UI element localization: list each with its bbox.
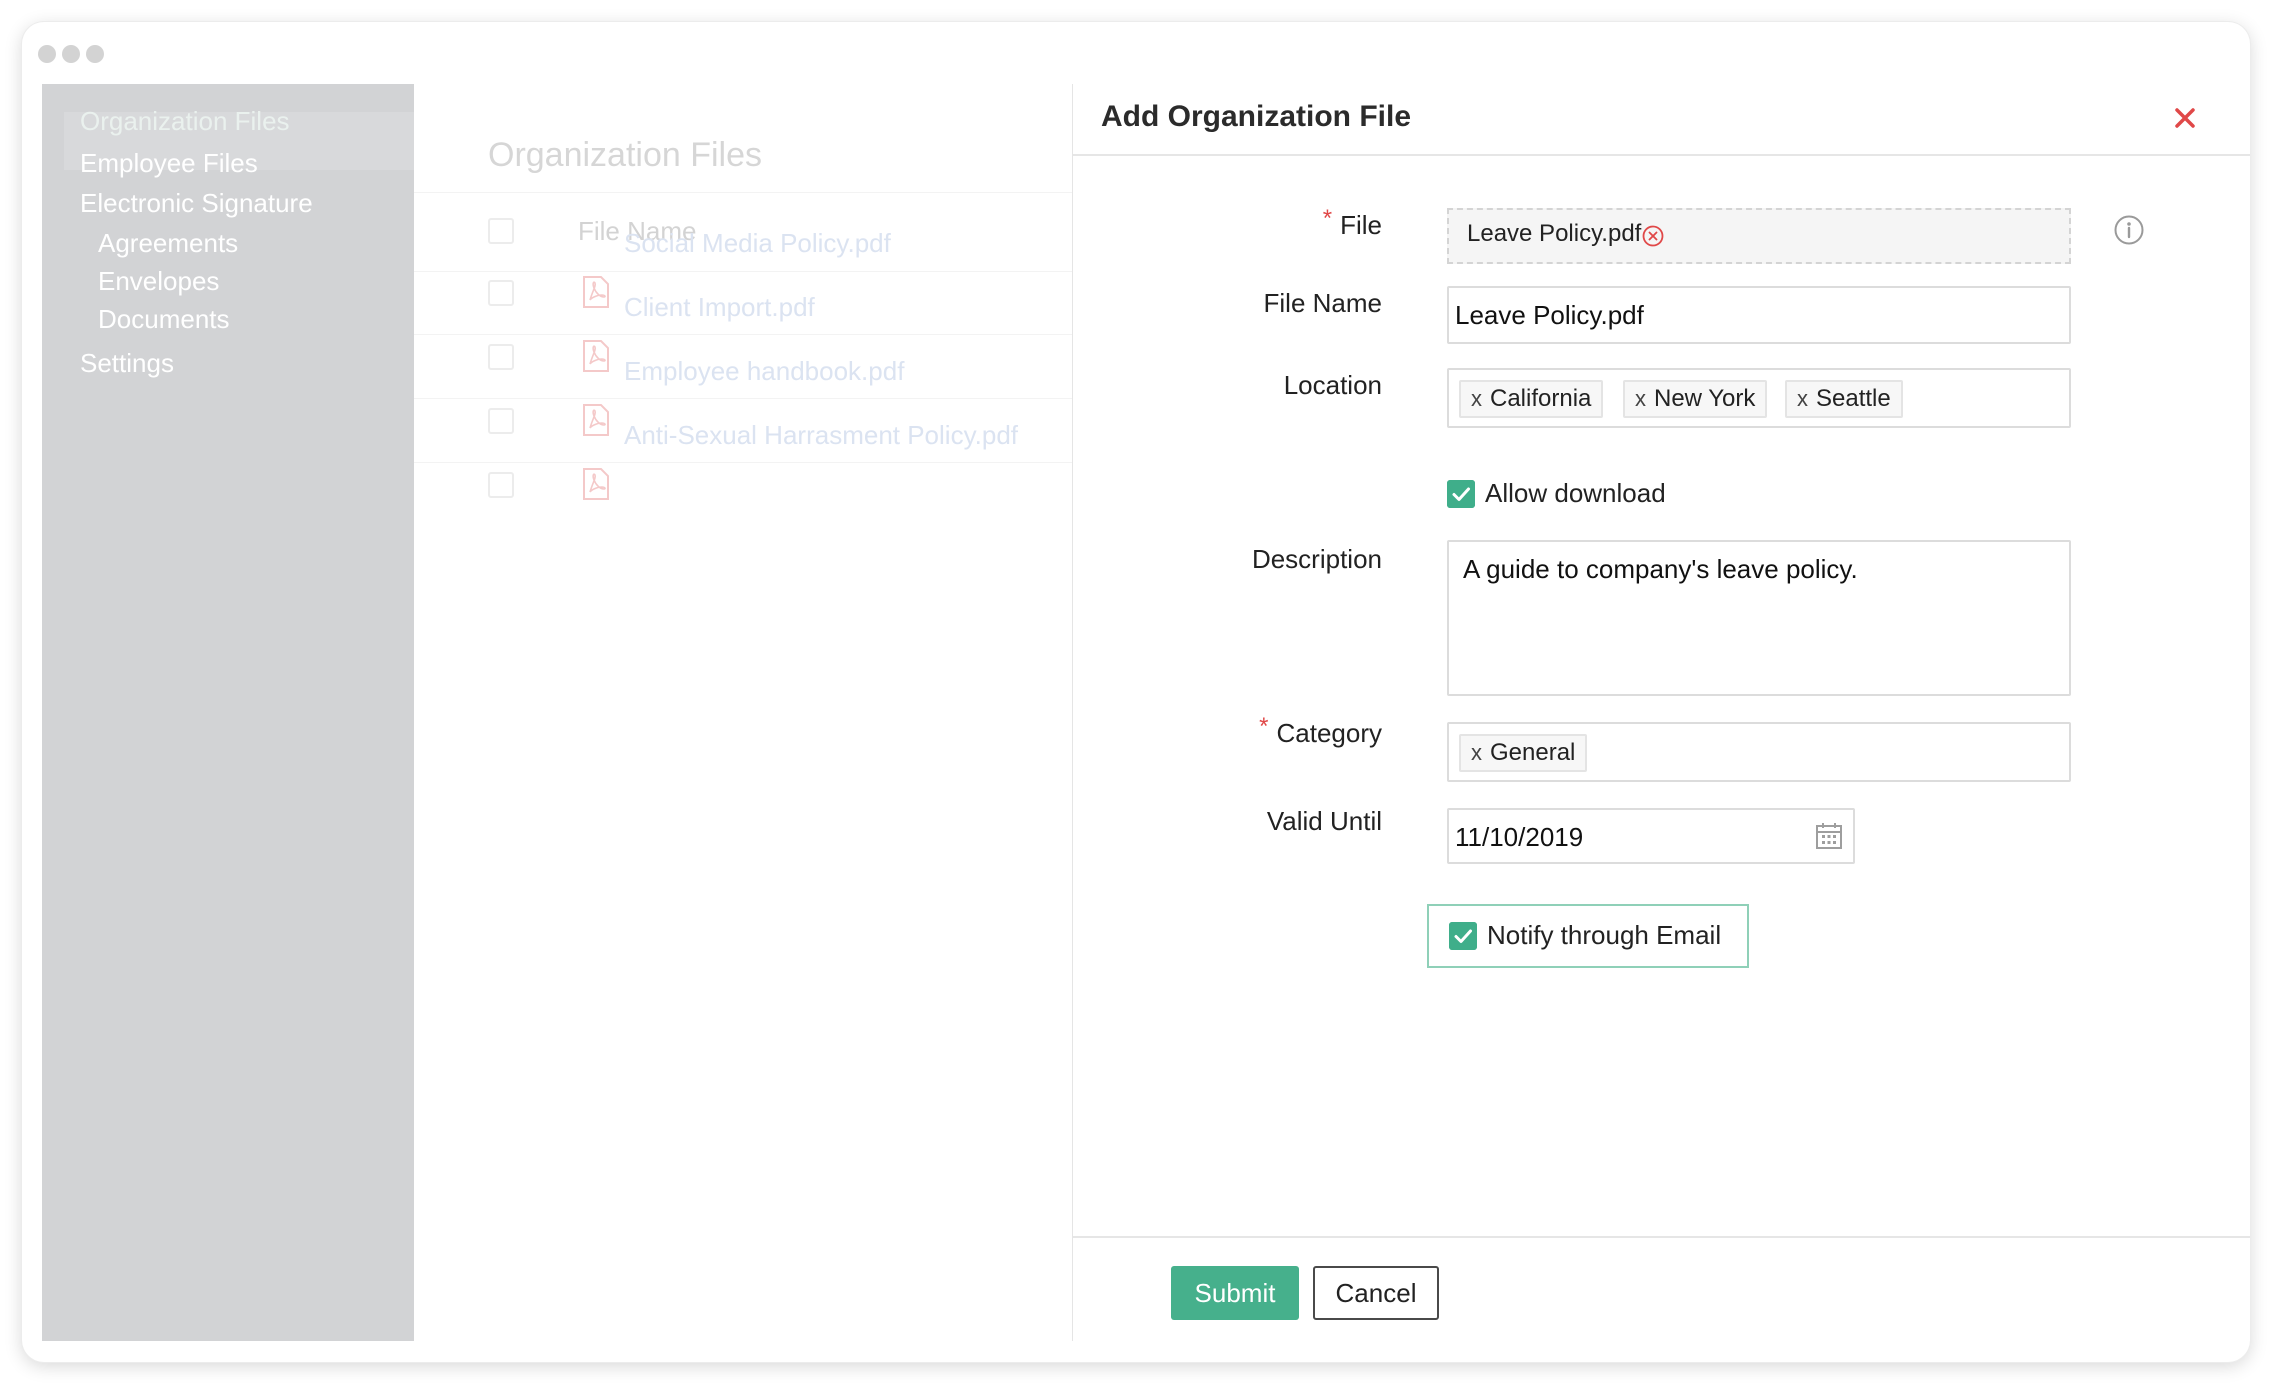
submit-button[interactable]: Submit	[1171, 1266, 1299, 1320]
file-link[interactable]: Anti-Sexual Harrasment Policy.pdf	[624, 420, 1018, 451]
sidebar-item-documents[interactable]: Documents	[98, 304, 230, 335]
sidebar: Organization Files Employee Files Electr…	[42, 84, 414, 1341]
pdf-file-icon	[583, 340, 609, 372]
allow-download-label: Allow download	[1485, 478, 1666, 508]
modal-title: Add Organization File	[1101, 100, 1412, 133]
location-tag: x New York	[1623, 380, 1768, 418]
file-name-input[interactable]: Leave Policy.pdf	[1447, 286, 2071, 344]
info-icon[interactable]	[2113, 214, 2145, 246]
valid-until-value: 11/10/2019	[1455, 822, 1584, 852]
required-marker: *	[1259, 713, 1269, 740]
notify-email-option[interactable]: Notify through Email	[1427, 904, 1749, 968]
file-name-value: Leave Policy.pdf	[1455, 300, 1644, 330]
window-maximize-dot[interactable]	[86, 45, 104, 63]
file-list-panel: Organization Files File Name Social Medi…	[414, 84, 1072, 1341]
file-upload-field[interactable]: Leave Policy.pdf	[1447, 208, 2071, 264]
tag-label: California	[1490, 385, 1592, 412]
file-label-text: File	[1340, 210, 1382, 240]
window-close-dot[interactable]	[38, 45, 56, 63]
tag-label: Seattle	[1816, 385, 1891, 412]
page-title: Organization Files	[488, 136, 763, 174]
remove-file-icon[interactable]	[1641, 224, 1665, 248]
location-label: Location	[1283, 370, 1382, 400]
sidebar-item-settings[interactable]: Settings	[80, 348, 174, 379]
valid-until-label: Valid Until	[1266, 806, 1382, 836]
sidebar-item-envelopes[interactable]: Envelopes	[98, 266, 219, 297]
pdf-file-icon	[583, 468, 609, 500]
window-minimize-dot[interactable]	[62, 45, 80, 63]
category-label: * Category	[1259, 713, 1383, 749]
sidebar-item-agreements[interactable]: Agreements	[98, 228, 238, 259]
description-value: A guide to company's leave policy.	[1463, 554, 1858, 584]
category-label-text: Category	[1276, 718, 1383, 748]
remove-tag-icon[interactable]: x	[1797, 386, 1808, 411]
category-multiselect[interactable]: x General	[1447, 722, 2071, 782]
calendar-icon[interactable]	[1815, 822, 1843, 850]
row-divider	[414, 334, 1072, 335]
row-checkbox[interactable]	[488, 472, 514, 498]
uploaded-file-name: Leave Policy.pdf	[1467, 220, 1642, 247]
cancel-button[interactable]: Cancel	[1313, 1266, 1439, 1320]
app-window: Organization Files Employee Files Electr…	[22, 22, 2250, 1362]
row-checkbox[interactable]	[488, 408, 514, 434]
row-divider	[414, 462, 1072, 463]
required-marker: *	[1322, 205, 1333, 232]
valid-until-date-input[interactable]: 11/10/2019	[1447, 808, 1855, 864]
location-tag: x Seattle	[1785, 380, 1903, 418]
file-link[interactable]: Client Import.pdf	[624, 292, 815, 323]
pdf-file-icon	[583, 404, 609, 436]
row-checkbox[interactable]	[488, 280, 514, 306]
remove-tag-icon[interactable]: x	[1635, 386, 1646, 411]
header-divider	[1073, 154, 2250, 156]
remove-tag-icon[interactable]: x	[1471, 386, 1482, 411]
pdf-file-icon	[583, 276, 609, 308]
tag-label: General	[1490, 739, 1576, 766]
file-link[interactable]: Employee handbook.pdf	[624, 356, 904, 387]
location-tag: x California	[1459, 380, 1604, 418]
sidebar-item-employee-files[interactable]: Employee Files	[80, 148, 258, 179]
sidebar-item-organization-files[interactable]: Organization Files	[80, 106, 290, 137]
sidebar-item-electronic-signature[interactable]: Electronic Signature	[80, 188, 313, 219]
description-label: Description	[1251, 544, 1382, 574]
select-all-checkbox[interactable]	[488, 218, 514, 244]
file-name-label: File Name	[1263, 288, 1382, 318]
location-multiselect[interactable]: x California x New York x Seattle	[1447, 368, 2071, 428]
add-organization-file-panel: Add Organization File * File Leave Policy…	[1072, 84, 2250, 1341]
footer-divider	[1073, 1236, 2250, 1238]
row-checkbox[interactable]	[488, 344, 514, 370]
description-textarea[interactable]: A guide to company's leave policy.	[1447, 540, 2071, 696]
notify-email-label: Notify through Email	[1487, 920, 1722, 950]
allow-download-checkbox[interactable]	[1447, 480, 1475, 508]
close-icon[interactable]	[2165, 98, 2205, 138]
category-tag: x General	[1459, 734, 1588, 772]
remove-tag-icon[interactable]: x	[1471, 740, 1482, 765]
tag-label: New York	[1654, 385, 1756, 412]
notify-email-checkbox[interactable]	[1449, 922, 1477, 950]
file-link[interactable]: Social Media Policy.pdf	[624, 228, 891, 259]
title-bar	[22, 22, 2250, 84]
row-divider	[414, 398, 1072, 399]
file-label: * File	[1323, 205, 1382, 241]
